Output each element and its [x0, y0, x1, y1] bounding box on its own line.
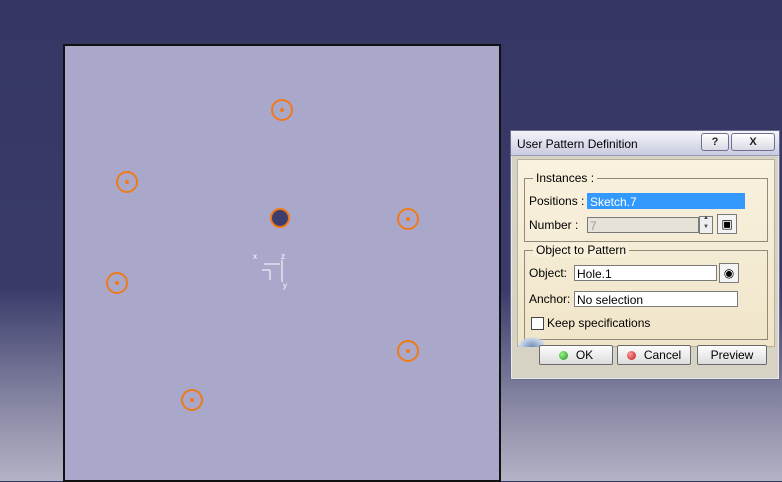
globe-icon: ◉	[723, 266, 735, 280]
ok-button[interactable]: OK	[539, 345, 613, 365]
keep-specifications-checkbox[interactable]	[531, 317, 544, 330]
close-button[interactable]: X	[731, 133, 775, 151]
pattern-position-marker[interactable]	[116, 171, 138, 193]
positions-field[interactable]: Sketch.7	[587, 193, 745, 209]
positions-label: Positions :	[529, 194, 585, 208]
pattern-position-marker[interactable]	[106, 272, 128, 294]
keep-specifications-label: Keep specifications	[547, 316, 651, 330]
number-field: 7	[587, 217, 699, 233]
object-label: Object:	[529, 266, 568, 280]
anchor-label: Anchor:	[529, 292, 571, 306]
pattern-position-marker[interactable]	[271, 99, 293, 121]
object-to-pattern-legend: Object to Pattern	[533, 243, 630, 257]
instances-legend: Instances :	[533, 171, 598, 185]
preview-button[interactable]: Preview	[697, 345, 767, 365]
instances-group: Instances : Positions : Sketch.7 Number …	[524, 171, 768, 242]
axis-triad-icon: x z y	[252, 252, 292, 292]
cancel-icon	[626, 351, 636, 360]
axis-label-z: z	[281, 252, 285, 261]
help-button[interactable]: ?	[701, 133, 729, 151]
dialog-title: User Pattern Definition	[517, 137, 638, 151]
user-pattern-dialog: User Pattern Definition ? X Instances : …	[510, 130, 780, 380]
axis-label-y: y	[283, 281, 287, 290]
cancel-label: Cancel	[643, 348, 682, 362]
cube-icon: ▣	[721, 217, 733, 231]
object-field[interactable]: Hole.1	[574, 265, 717, 281]
hole-anchor-marker[interactable]	[270, 208, 290, 228]
number-spinner	[699, 215, 713, 234]
dialog-panel: Instances : Positions : Sketch.7 Number …	[517, 159, 775, 347]
object-to-pattern-group: Object to Pattern Object: Hole.1 ◉ Ancho…	[524, 243, 768, 340]
cancel-button[interactable]: Cancel	[617, 345, 691, 365]
pattern-explorer-button[interactable]: ▣	[717, 214, 737, 234]
ok-label: OK	[575, 348, 594, 362]
axis-label-x: x	[253, 252, 257, 261]
pattern-position-marker[interactable]	[397, 208, 419, 230]
ok-icon	[558, 351, 568, 360]
object-select-button[interactable]: ◉	[719, 263, 739, 283]
pattern-position-marker[interactable]	[397, 340, 419, 362]
dialog-titlebar[interactable]: User Pattern Definition ? X	[511, 131, 779, 156]
pattern-position-marker[interactable]	[181, 389, 203, 411]
anchor-field[interactable]: No selection	[574, 291, 738, 307]
number-label: Number :	[529, 218, 579, 232]
